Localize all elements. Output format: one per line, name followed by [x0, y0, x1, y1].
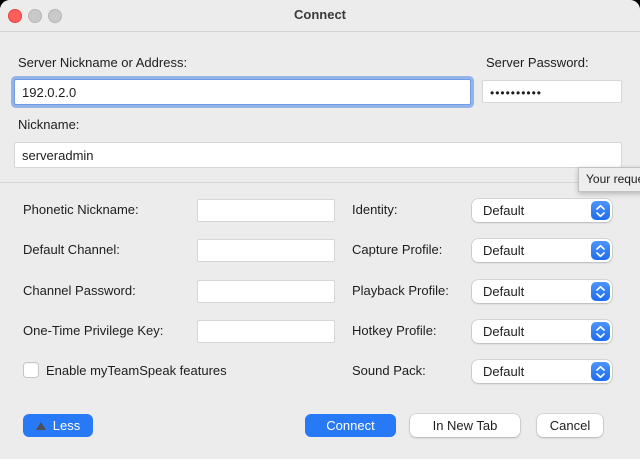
chevron-up-down-icon: [591, 241, 610, 260]
connect-button[interactable]: Connect: [305, 414, 396, 437]
myteamspeak-checkbox-label: Enable myTeamSpeak features: [46, 363, 227, 378]
identity-dropdown[interactable]: Default: [472, 199, 612, 222]
in-new-tab-button-label: In New Tab: [433, 418, 498, 433]
identity-dropdown-value: Default: [483, 203, 524, 218]
server-password-label: Server Password:: [486, 55, 589, 70]
tooltip: Your reque: [578, 167, 640, 192]
collapse-triangle-icon: [36, 422, 46, 430]
sound-pack-label: Sound Pack:: [352, 363, 426, 378]
connect-dialog: Connect Server Nickname or Address: Serv…: [0, 0, 640, 459]
in-new-tab-button[interactable]: In New Tab: [410, 414, 520, 437]
default-channel-label: Default Channel:: [23, 242, 120, 257]
connect-button-label: Connect: [326, 418, 374, 433]
capture-profile-dropdown-value: Default: [483, 243, 524, 258]
privilege-key-label: One-Time Privilege Key:: [23, 323, 163, 338]
less-button-label: Less: [53, 418, 80, 433]
hotkey-profile-dropdown-value: Default: [483, 324, 524, 339]
chevron-up-down-icon: [591, 201, 610, 220]
cancel-button[interactable]: Cancel: [537, 414, 603, 437]
playback-profile-dropdown-value: Default: [483, 284, 524, 299]
cancel-button-label: Cancel: [550, 418, 590, 433]
playback-profile-dropdown[interactable]: Default: [472, 280, 612, 303]
sound-pack-dropdown[interactable]: Default: [472, 360, 612, 383]
sound-pack-dropdown-value: Default: [483, 364, 524, 379]
hotkey-profile-dropdown[interactable]: Default: [472, 320, 612, 343]
privilege-key-input[interactable]: [197, 320, 335, 343]
channel-password-input[interactable]: [197, 280, 335, 303]
capture-profile-dropdown[interactable]: Default: [472, 239, 612, 262]
chevron-up-down-icon: [591, 322, 610, 341]
phonetic-nickname-input[interactable]: [197, 199, 335, 222]
titlebar: Connect: [0, 0, 640, 32]
nickname-label: Nickname:: [18, 117, 79, 132]
server-password-input[interactable]: [482, 80, 622, 103]
less-button[interactable]: Less: [23, 414, 93, 437]
server-address-label: Server Nickname or Address:: [18, 55, 187, 70]
capture-profile-label: Capture Profile:: [352, 242, 442, 257]
myteamspeak-checkbox[interactable]: [23, 362, 39, 378]
server-address-input[interactable]: [14, 79, 471, 105]
phonetic-nickname-label: Phonetic Nickname:: [23, 202, 139, 217]
default-channel-input[interactable]: [197, 239, 335, 262]
window-title: Connect: [0, 7, 640, 22]
identity-label: Identity:: [352, 202, 398, 217]
chevron-up-down-icon: [591, 362, 610, 381]
hotkey-profile-label: Hotkey Profile:: [352, 323, 437, 338]
section-divider: [0, 182, 640, 183]
playback-profile-label: Playback Profile:: [352, 283, 449, 298]
nickname-input[interactable]: [14, 142, 622, 168]
channel-password-label: Channel Password:: [23, 283, 136, 298]
chevron-up-down-icon: [591, 282, 610, 301]
